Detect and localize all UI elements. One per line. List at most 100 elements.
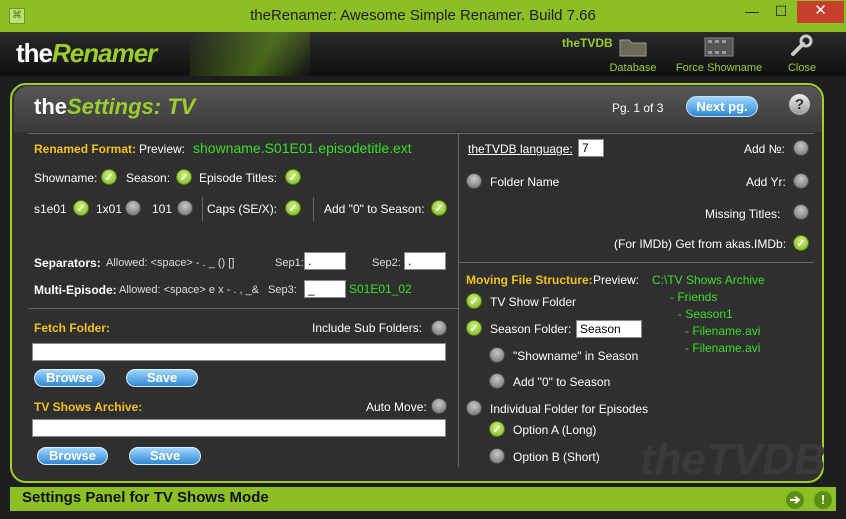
add0-season-folder-checkbox[interactable] [489, 373, 505, 389]
s1e01-radio[interactable]: ✓ [73, 200, 89, 216]
close-app-button[interactable]: Close [782, 34, 822, 74]
caps-checkbox[interactable]: ✓ [285, 200, 301, 216]
sep2-input[interactable]: . [404, 252, 446, 270]
multi-allowed: Allowed: <space> e x - . , _& [119, 284, 260, 296]
help-icon[interactable]: ? [789, 94, 810, 115]
season-label: Season: [126, 171, 171, 185]
panel-title: theSettings: TV [34, 94, 196, 119]
individual-folder-checkbox[interactable] [466, 400, 482, 416]
fetch-folder-input[interactable] [32, 343, 446, 361]
fetch-browse-button[interactable]: Browse [34, 369, 105, 387]
fetch-save-button[interactable]: Save [126, 369, 198, 387]
folder-name-radio[interactable] [466, 173, 482, 189]
wrench-icon [782, 34, 822, 58]
episode-titles-checkbox[interactable]: ✓ [285, 169, 301, 185]
force-showname-button[interactable]: Force Showname [674, 34, 764, 74]
next-page-button[interactable]: Next pg. [686, 96, 758, 117]
folder-name-label: Folder Name [490, 175, 560, 189]
auto-move-checkbox[interactable] [431, 398, 447, 414]
showname-checkbox[interactable]: ✓ [101, 169, 117, 185]
moving-preview-season: - Season1 [678, 307, 733, 321]
individual-folder-label: Individual Folder for Episodes [490, 402, 649, 416]
window-title: theRenamer: Awesome Simple Renamer. Buil… [250, 7, 596, 24]
tv-archive-label: TV Shows Archive: [34, 400, 143, 414]
sep1-input[interactable]: . [304, 252, 346, 270]
showname-in-season-checkbox[interactable] [489, 347, 505, 363]
sep3-label: Sep3: [268, 284, 297, 296]
archive-input[interactable] [32, 419, 446, 437]
sep2-label: Sep2: [372, 257, 401, 269]
missing-titles-checkbox[interactable] [793, 204, 809, 220]
option-b-radio[interactable] [489, 448, 505, 464]
season-folder-label: Season Folder: [490, 322, 572, 336]
app-header: theRenamer theTVDB Database Force Showna… [0, 32, 846, 76]
caps-label: Caps (SE/X): [207, 202, 278, 216]
moving-preview-path: C:\TV Shows Archive [652, 273, 765, 287]
moving-preview-label: Preview: [593, 273, 640, 287]
add-no-checkbox[interactable] [793, 140, 809, 156]
1x01-label: 1x01 [96, 202, 123, 216]
renamed-format-label: Renamed Format: [34, 142, 137, 156]
add0-season-checkbox[interactable]: ✓ [431, 200, 447, 216]
archive-browse-button[interactable]: Browse [37, 447, 108, 465]
sep1-label: Sep1: [275, 257, 304, 269]
moving-preview-file2: - Filename.avi [685, 341, 761, 355]
window-close-button[interactable]: ✕ [797, 1, 844, 23]
tvdb-watermark: theTVDB [640, 435, 826, 484]
tv-show-folder-checkbox[interactable]: ✓ [466, 293, 482, 309]
preview-label: Preview: [139, 142, 186, 156]
app-logo: theRenamer [16, 38, 157, 68]
folder-icon [604, 34, 662, 58]
divider [202, 197, 203, 221]
option-a-label: Option A (Long) [513, 423, 597, 437]
auto-move-label: Auto Move: [366, 400, 427, 414]
option-a-radio[interactable]: ✓ [489, 421, 505, 437]
moving-preview-show: - Friends [670, 290, 718, 304]
add-yr-checkbox[interactable] [793, 173, 809, 189]
tvdb-language-label: theTVDB language: [468, 142, 573, 156]
alert-icon[interactable]: ! [814, 491, 832, 509]
minimize-button[interactable]: — [737, 1, 767, 23]
season-folder-checkbox[interactable]: ✓ [466, 320, 482, 336]
include-subfolders-label: Include Sub Folders: [312, 321, 423, 335]
s1e01-label: s1e01 [34, 202, 67, 216]
add-no-label: Add №: [744, 142, 785, 156]
moving-preview-file1: - Filename.avi [685, 324, 761, 338]
header-stripe [190, 32, 310, 76]
moving-structure-label: Moving File Structure: [466, 273, 593, 287]
page-indicator: Pg. 1 of 3 [612, 101, 664, 115]
separators-allowed: Allowed: <space> - . _ () [] [106, 257, 235, 269]
add0-season-label: Add "0" to Season: [324, 202, 425, 216]
include-subfolders-checkbox[interactable] [431, 320, 447, 336]
showname-label: Showname: [34, 171, 98, 185]
format-preview: showname.S01E01.episodetitle.ext [193, 140, 412, 156]
akas-label: (For IMDb) Get from akas.IMDb: [614, 237, 787, 251]
divider [28, 133, 814, 134]
season-checkbox[interactable]: ✓ [176, 169, 192, 185]
101-label: 101 [152, 202, 173, 216]
database-button[interactable]: Database [604, 34, 662, 74]
divider [458, 262, 814, 263]
archive-save-button[interactable]: Save [129, 447, 201, 465]
episode-titles-label: Episode Titles: [199, 171, 278, 185]
season-folder-input[interactable]: Season [576, 320, 642, 338]
divider [313, 197, 314, 221]
add0-season-folder-label: Add "0" to Season [513, 375, 611, 389]
separators-label: Separators: [34, 256, 101, 270]
arrow-right-icon[interactable]: ➔ [786, 491, 804, 509]
101-radio[interactable] [177, 200, 193, 216]
multi-episode-label: Multi-Episode: [34, 283, 117, 297]
1x01-radio[interactable] [125, 200, 141, 216]
tvdb-language-input[interactable]: 7 [578, 139, 604, 157]
missing-titles-label: Missing Titles: [705, 207, 781, 221]
film-icon [674, 34, 764, 58]
showname-in-season-label: "Showname" in Season [513, 349, 639, 363]
fetch-folder-label: Fetch Folder: [34, 321, 111, 335]
option-b-label: Option B (Short) [513, 450, 600, 464]
title-bar: ⌘ theRenamer: Awesome Simple Renamer. Bu… [0, 0, 846, 32]
maximize-button[interactable]: ☐ [766, 1, 796, 23]
multi-preview: S01E01_02 [349, 282, 412, 296]
tv-show-folder-label: TV Show Folder [490, 295, 577, 309]
sep3-input[interactable]: _ [304, 280, 346, 298]
akas-checkbox[interactable]: ✓ [793, 235, 809, 251]
